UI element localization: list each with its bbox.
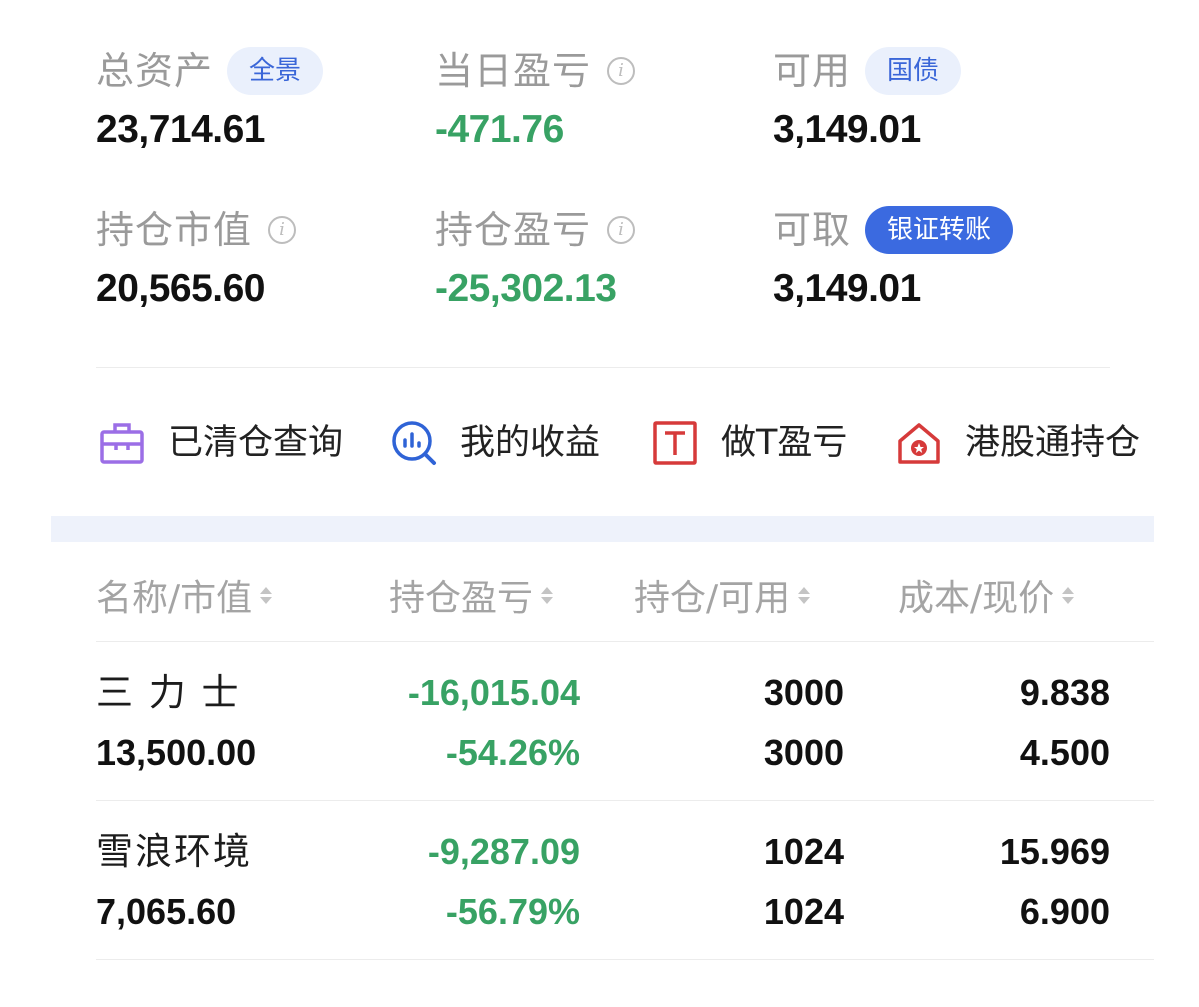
- withdrawable-label: 可取: [773, 208, 852, 252]
- column-header-position[interactable]: 持仓/可用: [634, 570, 811, 620]
- table-row[interactable]: 雪浪环境 7,065.60 -9,287.09 -56.79% 1024 102…: [96, 800, 1110, 960]
- metric-position-value: 持仓市值 i 20,565.60: [96, 205, 416, 311]
- stock-cost: 9.838: [1019, 672, 1110, 713]
- daily-pnl-value: -471.76: [435, 108, 564, 151]
- position-pnl-label: 持仓盈亏: [435, 208, 592, 252]
- column-header-name[interactable]: 名称/市值: [96, 570, 273, 620]
- cleared-positions-link[interactable]: 已清仓查询: [98, 418, 343, 468]
- column-header-label: 成本/现价: [898, 578, 1055, 619]
- treasury-bond-button[interactable]: 国债: [865, 47, 962, 95]
- divider: [96, 367, 1110, 368]
- chart-search-icon: [392, 421, 436, 465]
- metric-total-assets: 总资产 全景 23,714.61: [96, 46, 416, 152]
- my-earnings-link[interactable]: 我的收益: [390, 418, 600, 468]
- column-header-cost[interactable]: 成本/现价: [898, 570, 1075, 620]
- total-assets-label: 总资产: [96, 49, 214, 93]
- info-icon[interactable]: i: [268, 216, 297, 244]
- stock-market-value: 7,065.60: [96, 891, 237, 932]
- metric-daily-pnl: 当日盈亏 i -471.76: [435, 46, 755, 152]
- sort-icon: [260, 586, 273, 604]
- position-value-value: 20,565.60: [96, 267, 266, 310]
- position-pnl-value: -25,302.13: [435, 267, 617, 310]
- sort-icon: [541, 586, 554, 604]
- available-label: 可用: [773, 49, 852, 93]
- quick-link-label: 港股通持仓: [965, 423, 1141, 463]
- column-header-label: 持仓/可用: [634, 578, 791, 619]
- panorama-button[interactable]: 全景: [227, 47, 324, 95]
- divider: [96, 959, 1154, 960]
- metric-available: 可用 国债 3,149.01: [773, 46, 1093, 152]
- stock-pnl-percent: -56.79%: [445, 891, 580, 932]
- available-value: 3,149.01: [773, 108, 921, 151]
- sort-icon: [798, 586, 811, 604]
- quick-link-label: 做T盈亏: [721, 423, 848, 463]
- metric-position-pnl: 持仓盈亏 i -25,302.13: [435, 205, 755, 311]
- withdrawable-value: 3,149.01: [773, 267, 921, 310]
- stock-available: 1024: [763, 891, 844, 932]
- info-icon[interactable]: i: [607, 216, 636, 244]
- stock-price: 6.900: [1019, 891, 1110, 932]
- stock-price: 4.500: [1019, 732, 1110, 773]
- briefcase-icon: [100, 423, 144, 464]
- info-icon[interactable]: i: [607, 57, 636, 85]
- table-row[interactable]: 三 力 士 13,500.00 -16,015.04 -54.26% 3000 …: [96, 641, 1110, 801]
- stock-name: 三 力 士: [96, 671, 241, 714]
- daily-pnl-label: 当日盈亏: [435, 49, 592, 93]
- stock-cost: 15.969: [999, 831, 1110, 872]
- total-assets-value: 23,714.61: [96, 108, 266, 151]
- t-trade-pnl-link[interactable]: 做T盈亏: [651, 418, 847, 468]
- t-box-icon: [653, 421, 697, 465]
- stock-position: 1024: [763, 831, 844, 872]
- hk-connect-holdings-link[interactable]: 港股通持仓: [895, 418, 1140, 468]
- section-separator: [51, 516, 1154, 542]
- column-header-label: 名称/市值: [96, 578, 253, 619]
- hk-home-icon: [898, 423, 940, 464]
- stock-pnl: -16,015.04: [407, 672, 580, 713]
- column-header-label: 持仓盈亏: [389, 578, 534, 619]
- metric-withdrawable: 可取 银证转账 3,149.01: [773, 205, 1133, 311]
- stock-market-value: 13,500.00: [96, 732, 257, 773]
- stock-position: 3000: [763, 672, 844, 713]
- quick-link-label: 已清仓查询: [168, 423, 344, 463]
- bank-transfer-button[interactable]: 银证转账: [865, 206, 1014, 254]
- stock-available: 3000: [763, 732, 844, 773]
- position-value-label: 持仓市值: [96, 208, 253, 252]
- stock-name: 雪浪环境: [96, 830, 252, 873]
- stock-pnl-percent: -54.26%: [445, 732, 580, 773]
- stock-pnl: -9,287.09: [427, 831, 580, 872]
- quick-link-label: 我的收益: [460, 423, 601, 463]
- sort-icon: [1062, 586, 1075, 604]
- column-header-pnl[interactable]: 持仓盈亏: [389, 570, 554, 620]
